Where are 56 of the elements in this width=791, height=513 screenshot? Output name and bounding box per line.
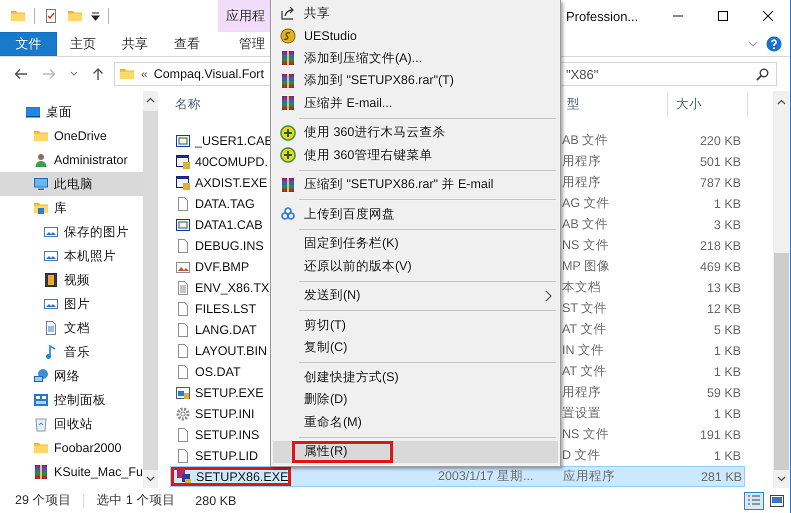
file-type: IN 文件	[562, 343, 604, 357]
file-name: OS.DAT	[195, 364, 241, 378]
window-title: Profession...	[566, 8, 640, 26]
file-name: SETUP.EXE	[195, 386, 264, 400]
item-count: 29 个项目	[15, 492, 72, 509]
file-type: NS 文件	[562, 238, 609, 252]
file-type: 本文档	[562, 280, 601, 294]
file-size: 501 KB	[700, 154, 741, 168]
file-name: SETUP.LID	[195, 448, 258, 462]
file-size: 13 KB	[706, 280, 741, 294]
file-name: DEBUG.INS	[195, 238, 264, 252]
file-type: AB 文件	[562, 133, 608, 147]
selection-count: 选中 1 个项目	[96, 492, 176, 509]
file-type: ST 文件	[562, 301, 608, 315]
file-size: 281 KB	[700, 470, 742, 484]
file-size: 220 KB	[700, 134, 741, 148]
file-size: 12 KB	[706, 302, 741, 316]
file-size: 59 KB	[706, 386, 741, 400]
file-name: SETUPX86.EXE	[196, 470, 288, 484]
file-size: 787 KB	[700, 176, 741, 190]
file-name: LAYOUT.BIN	[195, 344, 268, 358]
file-size: 1 KB	[714, 406, 741, 420]
file-type: 用程序	[562, 385, 601, 399]
file-size: 469 KB	[700, 260, 741, 274]
file-type: MP 图像	[562, 259, 610, 273]
file-name: _USER1.CAB	[195, 134, 273, 148]
file-type: 用程序	[562, 154, 601, 168]
file-name: DVF.BMP	[195, 260, 250, 274]
file-name: FILES.LST	[195, 302, 256, 316]
file-size: 1 KB	[714, 364, 741, 378]
file-name: ENV_X86.TX	[195, 280, 270, 294]
file-type: 用程序	[562, 175, 601, 189]
file-name: LANG.DAT	[195, 322, 257, 336]
selection-size: 280 KB	[195, 494, 236, 508]
file-type: 置设置	[562, 406, 601, 420]
file-size: 3 KB	[714, 218, 741, 232]
file-name: DATA.TAG	[195, 196, 255, 210]
file-type: AT 文件	[562, 322, 606, 336]
file-type: NS 文件	[562, 427, 609, 441]
file-size: 1 KB	[714, 448, 741, 462]
file-name: SETUP.INS	[195, 428, 260, 442]
file-name: AXDIST.EXE	[195, 176, 268, 190]
file-name: SETUP.INI	[195, 406, 255, 420]
date-modified: 2003/1/17 星期...	[438, 469, 534, 483]
file-name: 40COMUPD.	[195, 154, 268, 168]
file-size: 1 KB	[714, 196, 741, 210]
file-type: 应用程序	[563, 469, 615, 483]
file-type: AG 文件	[562, 196, 610, 210]
file-size: 191 KB	[700, 428, 741, 442]
file-type: D 文件	[562, 448, 600, 462]
file-size: 5 KB	[714, 322, 741, 336]
file-type: AB 文件	[562, 217, 608, 231]
file-size: 1 KB	[714, 344, 741, 358]
file-size: 218 KB	[700, 238, 741, 252]
file-type: AT 文件	[562, 364, 606, 378]
file-name: DATA1.CAB	[195, 218, 263, 232]
